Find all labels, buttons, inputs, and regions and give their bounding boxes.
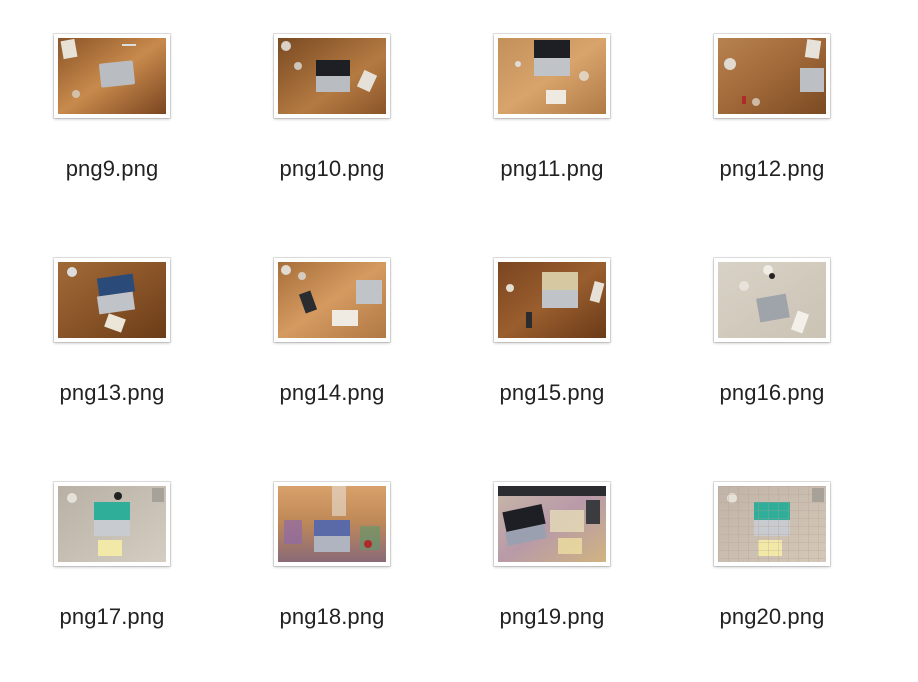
file-item-png17[interactable]: png17.png (32, 448, 192, 638)
desk-photo-icon (498, 262, 606, 338)
desk-photo-icon (498, 486, 606, 562)
file-item-png10[interactable]: png10.png (252, 0, 412, 190)
thumbnail-frame (274, 34, 390, 118)
file-item-png14[interactable]: png14.png (252, 224, 412, 414)
thumbnail-frame (274, 258, 390, 342)
thumbnail-frame (494, 34, 610, 118)
thumbnail-frame (494, 482, 610, 566)
file-name-label: png18.png (279, 604, 385, 629)
file-name-label: png16.png (719, 380, 825, 405)
file-name-label: png17.png (59, 604, 165, 629)
desk-photo-icon (278, 486, 386, 562)
file-item-png15[interactable]: png15.png (472, 224, 632, 414)
file-name-label: png13.png (59, 380, 165, 405)
desk-photo-icon (718, 486, 826, 562)
file-item-png9[interactable]: png9.png (32, 0, 192, 190)
thumbnail-frame (54, 34, 170, 118)
file-name-label: png11.png (500, 156, 604, 181)
desk-photo-icon (58, 38, 166, 114)
file-name-label: png14.png (279, 380, 385, 405)
thumbnail-frame (714, 258, 830, 342)
thumbnail-frame (274, 482, 390, 566)
file-item-png13[interactable]: png13.png (32, 224, 192, 414)
file-name-label: png19.png (499, 604, 605, 629)
file-item-png16[interactable]: png16.png (692, 224, 852, 414)
thumbnail-frame (54, 482, 170, 566)
file-item-png18[interactable]: png18.png (252, 448, 412, 638)
file-name-label: png10.png (279, 156, 385, 181)
thumbnail-frame (714, 34, 830, 118)
file-item-png12[interactable]: png12.png (692, 0, 852, 190)
file-name-label: png20.png (719, 604, 825, 629)
desk-photo-icon (718, 262, 826, 338)
desk-photo-icon (718, 38, 826, 114)
desk-photo-icon (278, 262, 386, 338)
file-grid: png9.png png10.png png11.png png12.png p… (0, 0, 918, 682)
desk-photo-icon (58, 486, 166, 562)
file-item-png19[interactable]: png19.png (472, 448, 632, 638)
file-name-label: png9.png (65, 156, 159, 181)
thumbnail-frame (54, 258, 170, 342)
desk-photo-icon (278, 38, 386, 114)
thumbnail-frame (494, 258, 610, 342)
desk-photo-icon (498, 38, 606, 114)
file-item-png20[interactable]: png20.png (692, 448, 852, 638)
file-name-label: png15.png (499, 380, 605, 405)
thumbnail-frame (714, 482, 830, 566)
file-item-png11[interactable]: png11.png (472, 0, 632, 190)
desk-photo-icon (58, 262, 166, 338)
file-name-label: png12.png (719, 156, 825, 181)
